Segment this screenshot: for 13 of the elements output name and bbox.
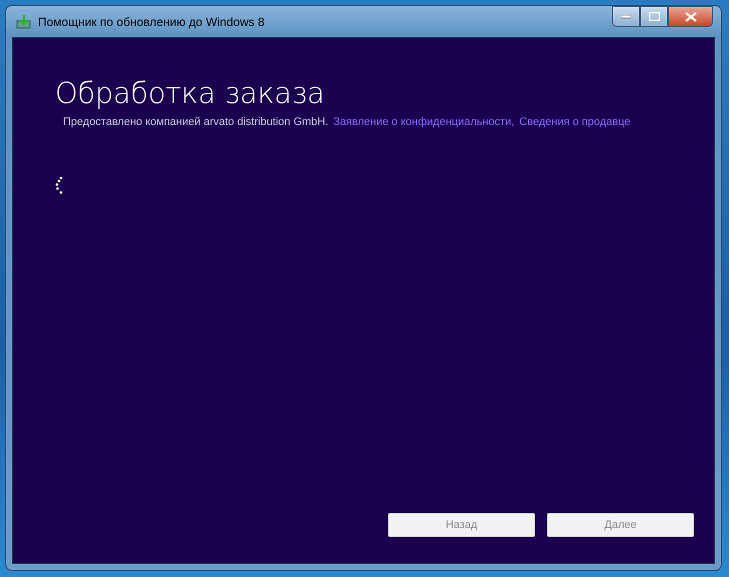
provider-text: Предоставлено компанией arvato distribution GmbH. bbox=[63, 116, 328, 128]
close-button[interactable] bbox=[668, 6, 713, 27]
minimize-button[interactable] bbox=[612, 6, 640, 27]
app-icon bbox=[16, 14, 32, 30]
window-title: Помощник по обновлению до Windows 8 bbox=[38, 14, 264, 28]
info-link[interactable]: Заявление о конфиденциальности, bbox=[333, 116, 514, 128]
info-link[interactable]: Сведения о продавце bbox=[519, 116, 630, 128]
loading-spinner-icon bbox=[55, 176, 65, 196]
close-icon bbox=[684, 12, 696, 22]
maximize-icon bbox=[648, 12, 660, 21]
minimize-icon bbox=[621, 14, 631, 18]
maximize-button[interactable] bbox=[640, 6, 668, 27]
page-heading: Обработка заказа bbox=[55, 76, 326, 110]
